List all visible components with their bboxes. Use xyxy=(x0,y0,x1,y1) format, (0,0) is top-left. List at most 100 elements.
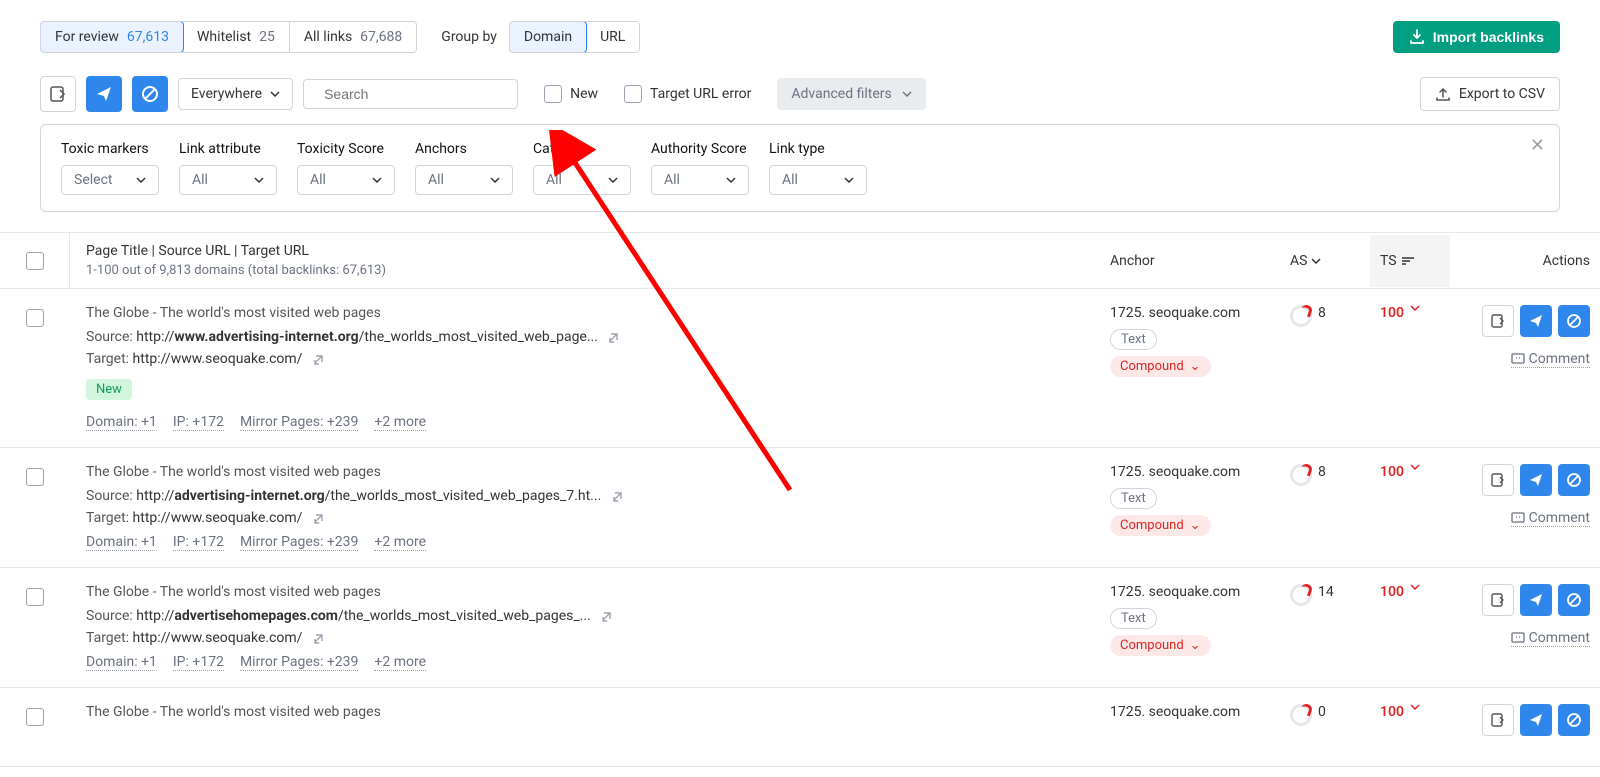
filter-select[interactable]: All xyxy=(533,165,631,195)
export-label: Export to CSV xyxy=(1459,86,1545,102)
filter-select[interactable]: Select xyxy=(61,165,159,195)
metric-item[interactable]: Domain: +1 xyxy=(86,654,157,671)
filter-select[interactable]: All xyxy=(297,165,395,195)
filter-link-type: Link type All xyxy=(769,141,867,195)
ts-value: 100 xyxy=(1380,704,1404,720)
page-title: The Globe - The world's most visited web… xyxy=(86,704,1084,720)
advanced-filter-panel: ✕ Toxic markers Select Link attribute Al… xyxy=(40,124,1560,212)
tab-for-review[interactable]: For review 67,613 xyxy=(40,21,184,53)
row-metrics: Domain: +1 IP: +172 Mirror Pages: +239 +2 m… xyxy=(86,414,1084,431)
row-disavow-button[interactable] xyxy=(1482,305,1514,337)
tab-count: 25 xyxy=(259,29,275,45)
metric-item[interactable]: Domain: +1 xyxy=(86,534,157,551)
select-all-checkbox[interactable] xyxy=(26,252,44,270)
row-delete-button[interactable] xyxy=(1558,704,1590,736)
scope-dropdown[interactable]: Everywhere xyxy=(178,78,293,110)
as-donut-icon xyxy=(1290,584,1312,606)
external-link-icon[interactable] xyxy=(312,631,326,645)
new-checkbox[interactable] xyxy=(544,85,562,103)
chevron-down-icon[interactable] xyxy=(1410,704,1420,710)
filter-select[interactable]: All xyxy=(651,165,749,195)
chevron-down-icon[interactable] xyxy=(1410,464,1420,470)
ts-value: 100 xyxy=(1380,584,1404,600)
badge-compound[interactable]: Compound⌄ xyxy=(1110,635,1211,656)
badge-compound[interactable]: Compound⌄ xyxy=(1110,515,1211,536)
row-whitelist-button[interactable] xyxy=(1520,464,1552,496)
advanced-filters-button[interactable]: Advanced filters xyxy=(777,78,925,110)
external-link-icon[interactable] xyxy=(607,330,621,344)
export-csv-button[interactable]: Export to CSV xyxy=(1420,77,1560,111)
groupby-url[interactable]: URL xyxy=(586,22,639,52)
th-as[interactable]: AS xyxy=(1280,235,1370,287)
filter-select[interactable]: All xyxy=(179,165,277,195)
row-delete-button[interactable] xyxy=(1558,464,1590,496)
tab-label: For review xyxy=(55,29,119,45)
tab-count: 67,613 xyxy=(127,29,169,45)
row-whitelist-button[interactable] xyxy=(1520,704,1552,736)
metric-item[interactable]: +2 more xyxy=(374,534,426,551)
filter-anchors: Anchors All xyxy=(415,141,513,195)
chevron-down-icon[interactable] xyxy=(1410,305,1420,311)
row-whitelist-button[interactable] xyxy=(1520,305,1552,337)
scope-label: Everywhere xyxy=(191,86,262,102)
chevron-down-icon xyxy=(844,177,854,183)
chevron-down-icon[interactable] xyxy=(1410,584,1420,590)
import-backlinks-button[interactable]: Import backlinks xyxy=(1393,21,1560,53)
external-link-icon[interactable] xyxy=(611,489,625,503)
row-disavow-button[interactable] xyxy=(1482,584,1514,616)
row-checkbox[interactable] xyxy=(26,588,44,606)
metric-item[interactable]: IP: +172 xyxy=(173,534,224,551)
row-checkbox[interactable] xyxy=(26,708,44,726)
chevron-down-icon xyxy=(372,177,382,183)
tab-whitelist[interactable]: Whitelist 25 xyxy=(183,22,290,52)
comment-link[interactable]: Comment xyxy=(1511,510,1590,527)
filter-select[interactable]: All xyxy=(415,165,513,195)
tab-label: All links xyxy=(304,29,352,45)
tab-label: Whitelist xyxy=(197,29,251,45)
row-delete-button[interactable] xyxy=(1558,305,1590,337)
close-icon[interactable]: ✕ xyxy=(1530,135,1545,156)
external-link-icon[interactable] xyxy=(312,511,326,525)
target-url-error-checkbox[interactable] xyxy=(624,85,642,103)
search-input[interactable] xyxy=(324,86,505,102)
th-ts[interactable]: TS xyxy=(1370,235,1450,287)
groupby-domain[interactable]: Domain xyxy=(509,21,587,53)
row-disavow-button[interactable] xyxy=(1482,704,1514,736)
delete-action-button[interactable] xyxy=(132,76,168,112)
external-link-icon[interactable] xyxy=(600,609,614,623)
metric-item[interactable]: Domain: +1 xyxy=(86,414,157,431)
row-whitelist-button[interactable] xyxy=(1520,584,1552,616)
page-title: The Globe - The world's most visited web… xyxy=(86,305,1084,321)
disavow-action-button[interactable] xyxy=(40,76,76,112)
whitelist-action-button[interactable] xyxy=(86,76,122,112)
metric-item[interactable]: IP: +172 xyxy=(173,414,224,431)
sort-icon xyxy=(1401,256,1415,266)
metric-item[interactable]: Mirror Pages: +239 xyxy=(240,534,358,551)
filter-link-attribute: Link attribute All xyxy=(179,141,277,195)
metric-item[interactable]: Mirror Pages: +239 xyxy=(240,654,358,671)
page-title: The Globe - The world's most visited web… xyxy=(86,584,1084,600)
external-link-icon[interactable] xyxy=(312,352,326,366)
row-disavow-button[interactable] xyxy=(1482,464,1514,496)
metric-item[interactable]: IP: +172 xyxy=(173,654,224,671)
comment-link[interactable]: Comment xyxy=(1511,351,1590,368)
anchor-text: 1725. seoquake.com xyxy=(1110,584,1270,600)
th-anchor[interactable]: Anchor xyxy=(1100,235,1280,287)
filter-select[interactable]: All xyxy=(769,165,867,195)
comment-link[interactable]: Comment xyxy=(1511,630,1590,647)
badge-compound[interactable]: Compound⌄ xyxy=(1110,356,1211,377)
filter-label: Toxicity Score xyxy=(297,141,395,157)
search-input-wrap[interactable] xyxy=(303,79,518,109)
target-line: Target: http://www.seoquake.com/ xyxy=(86,630,1084,646)
row-metrics: Domain: +1 IP: +172 Mirror Pages: +239 +2 m… xyxy=(86,534,1084,551)
row-checkbox[interactable] xyxy=(26,309,44,327)
metric-item[interactable]: +2 more xyxy=(374,654,426,671)
page-title: The Globe - The world's most visited web… xyxy=(86,464,1084,480)
metric-item[interactable]: Mirror Pages: +239 xyxy=(240,414,358,431)
anchor-text: 1725. seoquake.com xyxy=(1110,704,1270,720)
metric-item[interactable]: +2 more xyxy=(374,414,426,431)
row-checkbox[interactable] xyxy=(26,468,44,486)
tab-all-links[interactable]: All links67,688 xyxy=(290,22,416,52)
target-err-label: Target URL error xyxy=(650,86,751,102)
row-delete-button[interactable] xyxy=(1558,584,1590,616)
